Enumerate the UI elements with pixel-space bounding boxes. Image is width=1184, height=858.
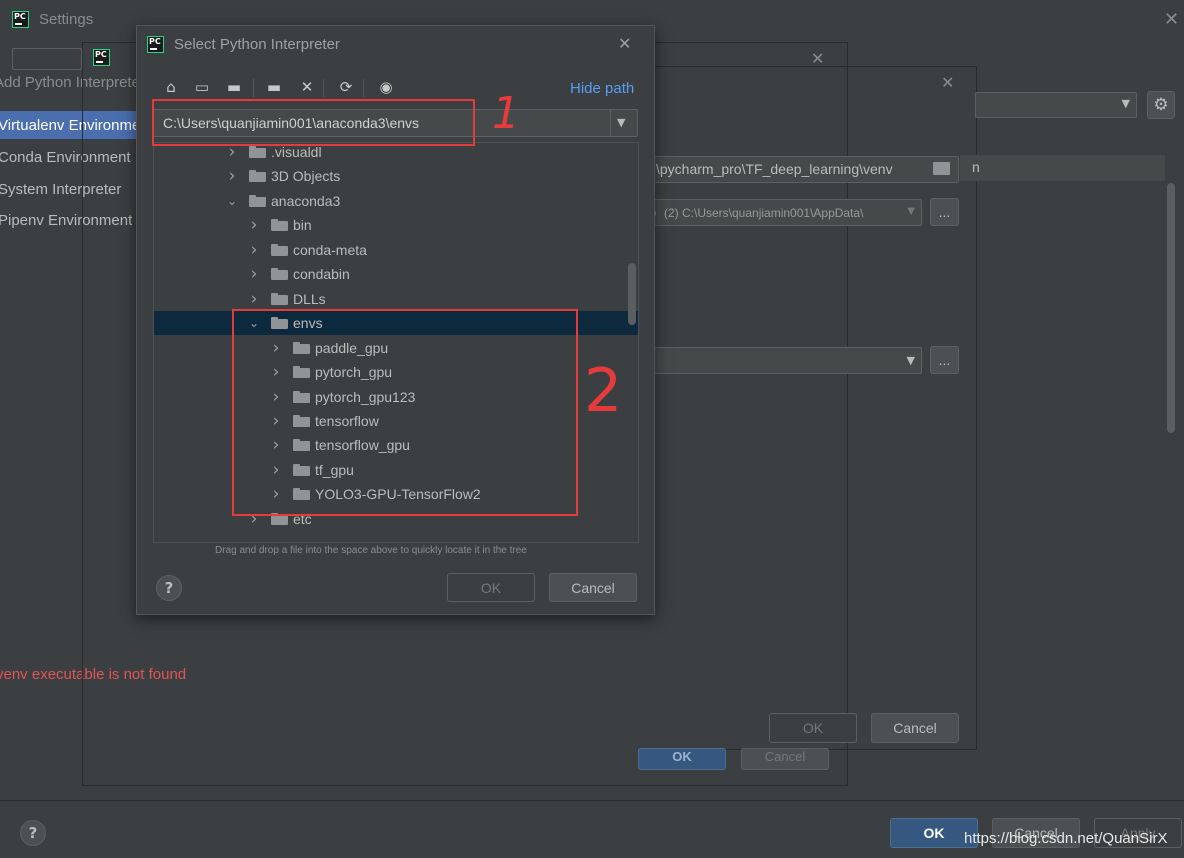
scrollbar[interactable] [1167,183,1175,433]
close-icon[interactable]: ✕ [618,34,631,53]
path-combo-divider [610,110,611,136]
folder-icon [271,219,288,232]
executable-combo[interactable]: ▼ [652,347,922,374]
tree-row-label: condabin [293,266,350,283]
close-icon[interactable]: ✕ [1164,9,1179,30]
tree-row-label: 3D Objects [271,168,341,185]
add-dialog-cancel-button[interactable]: Cancel [871,713,959,743]
annotation-box-path [152,99,475,146]
annotation-mark-1: 1 [492,88,520,139]
help-button[interactable]: ? [20,820,46,846]
tree-row[interactable]: › DLLs [154,287,638,311]
folder-icon [249,194,266,207]
middle-ok-button[interactable]: OK [638,748,726,770]
chevron-right-icon[interactable]: › [249,262,259,286]
tree-row-label: conda-meta [293,241,367,258]
middle-cancel-button[interactable]: Cancel [741,748,829,770]
interpreter-combo[interactable]: ▼ [975,92,1137,118]
hide-path-link[interactable]: Hide path [570,80,634,97]
toolbar-separator [363,79,364,97]
chevron-right-icon[interactable]: › [249,213,259,237]
help-button[interactable]: ? [156,575,182,601]
pycharm-logo-icon: PC [147,36,164,53]
annotation-box-envs [232,309,578,516]
venv-location-field[interactable]: \pycharm_pro\TF_deep_learning\venv [652,156,959,183]
dialog-cancel-button[interactable]: Cancel [549,573,637,602]
gear-icon[interactable]: ⚙ [1147,91,1175,119]
tree-row-label: anaconda3 [271,192,341,209]
pycharm-logo-icon: PC [12,11,29,28]
tree-scrollbar[interactable] [628,263,636,325]
bottom-bar [0,800,1184,801]
toolbar-separator [253,79,254,97]
chevron-down-icon: ▼ [907,206,915,217]
delete-icon[interactable]: ✕ [297,78,317,96]
folder-icon [271,243,288,256]
add-dialog-ok-button[interactable]: OK [769,713,857,743]
settings-title: Settings [39,11,94,28]
tree-row[interactable]: › conda-meta [154,238,638,262]
settings-search-input[interactable] [12,48,82,70]
folder-icon [271,292,288,305]
watermark: https://blog.csdn.net/QuanSirX [964,830,1168,847]
refresh-icon[interactable]: ⟳ [336,78,356,96]
home-icon[interactable]: ⌂ [161,78,181,96]
project-folder-icon[interactable]: ▬ [224,78,244,96]
tree-row[interactable]: ⌄ anaconda3 [154,189,638,213]
tree-row[interactable]: › condabin [154,262,638,286]
new-folder-icon[interactable]: ▬ [264,78,284,96]
browse-button[interactable]: ... [930,198,959,226]
base-interpreter-combo[interactable]: ) (2) C:\Users\quanjiamin001\AppData\ ▼ [652,199,922,226]
toolbar-separator [323,79,324,97]
chevron-down-icon: ▼ [906,354,915,367]
chevron-right-icon[interactable]: › [227,164,237,188]
folder-icon [271,268,288,281]
chevron-down-icon: ▼ [1121,97,1130,110]
tree-row-label: DLLs [293,290,326,307]
tree-row-label: bin [293,217,312,234]
desktop-icon[interactable]: ▭ [192,78,212,96]
folder-icon [249,170,266,183]
folder-icon[interactable] [933,162,950,175]
chevron-right-icon[interactable]: › [249,287,259,311]
tree-row[interactable]: › 3D Objects [154,164,638,188]
annotation-mark-2: 2 [584,356,623,426]
venv-location-value: \pycharm_pro\TF_deep_learning\venv [656,161,893,177]
show-hidden-icon[interactable]: ◉ [376,78,396,96]
header-column: n [960,155,1165,181]
drag-drop-hint: Drag and drop a file into the space abov… [215,545,527,556]
chevron-down-icon[interactable]: ▼ [617,116,625,129]
dialog-ok-button[interactable]: OK [447,573,535,602]
base-interpreter-value: (2) C:\Users\quanjiamin001\AppData\ [664,206,864,220]
tree-row[interactable]: › bin [154,213,638,237]
chevron-down-icon[interactable]: ⌄ [227,189,237,213]
chevron-right-icon[interactable]: › [249,238,259,262]
dialog-title: Select Python Interpreter [174,36,340,53]
folder-icon [249,146,266,158]
tree-row-label: .visualdl [271,144,322,160]
close-icon[interactable]: ✕ [941,73,954,92]
browse-button[interactable]: ... [930,346,959,374]
